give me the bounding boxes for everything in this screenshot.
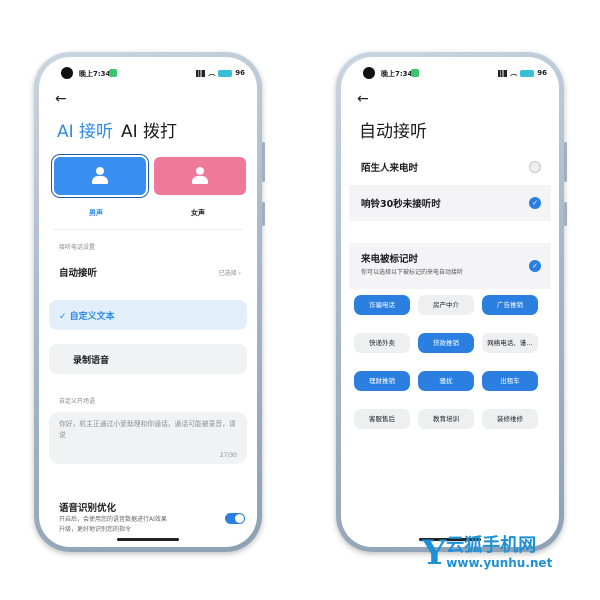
marked-call-desc: 你可以选择以下被标记的来电自动接听	[361, 269, 464, 276]
status-time: 晚上7:34	[79, 70, 111, 78]
battery-icon	[218, 69, 233, 77]
battery-level: 96	[235, 69, 245, 77]
wifi-icon: ︵	[510, 69, 518, 77]
watermark: Y 云狐手机网 www.yunhu.net	[422, 533, 553, 573]
tag-chip[interactable]: 出租车	[482, 371, 538, 391]
power-button	[262, 202, 265, 226]
left-screen: 晚上7:34 ︵ 96 ← AI 接听 AI 拨打 男声 女声 接听电话设置 自…	[39, 57, 257, 547]
speech-optimization-title: 语音识别优化	[59, 503, 117, 514]
wechat-notification-icon	[109, 69, 117, 77]
opening-textarea[interactable]: 你好，机主正通过小爱助理和你通话，通话可能被录音，请说 27/30	[49, 412, 247, 464]
tag-chip[interactable]: 骚扰	[418, 371, 474, 391]
wechat-notification-icon	[411, 69, 419, 77]
section-label: 接听电话设置	[59, 244, 96, 251]
opening-text: 你好，机主正通过小爱助理和你通话，通话可能被录音，请说	[59, 420, 236, 439]
female-voice-label: 女声	[191, 209, 205, 217]
tag-chip[interactable]: 房产中介	[418, 295, 474, 315]
watermark-name: 云狐手机网	[446, 535, 537, 556]
custom-text-option[interactable]: ✓ 自定义文本	[49, 300, 247, 330]
speech-desc-line: 开启后，会使用您的语音数据进行AI效果	[59, 516, 167, 523]
marked-call-label: 来电被标记时	[361, 254, 419, 265]
tag-chip[interactable]: 装修维修	[482, 409, 538, 429]
custom-text-label: ✓ 自定义文本	[59, 312, 115, 322]
status-time: 晚上7:34	[381, 70, 413, 78]
power-button	[564, 202, 567, 226]
tag-chip[interactable]: 贷款推销	[418, 333, 474, 353]
home-indicator	[117, 538, 179, 541]
tab-ai-dial[interactable]: AI 拨打	[121, 117, 177, 142]
opening-label: 自定义开场语	[59, 398, 96, 405]
tag-chip[interactable]: 广告推销	[482, 295, 538, 315]
tag-chip[interactable]: 教育培训	[418, 409, 474, 429]
speech-optimization-desc: 开启后，会使用您的语音数据进行AI效果 升级，更好地识别您的指令	[59, 515, 167, 535]
marked-call-check-icon[interactable]: ✓	[529, 260, 541, 272]
status-icons: ︵ 96	[196, 68, 245, 78]
camera-hole	[61, 67, 73, 79]
volume-button	[262, 142, 265, 182]
speech-desc-line: 升级，更好地识别您的指令	[59, 526, 132, 533]
ring30-label: 响铃30秒未接听时	[361, 199, 441, 210]
left-phone: 晚上7:34 ︵ 96 ← AI 接听 AI 拨打 男声 女声 接听电话设置 自…	[34, 52, 265, 552]
person-icon	[192, 167, 208, 185]
volume-button	[564, 142, 567, 182]
female-voice-card[interactable]	[154, 157, 246, 195]
male-voice-card[interactable]	[54, 157, 146, 195]
record-voice-label: 录制语音	[73, 356, 110, 366]
battery-level: 96	[537, 69, 547, 77]
auto-answer-value[interactable]: 已选择 ›	[219, 268, 241, 277]
tag-chip[interactable]: 理财推销	[354, 371, 410, 391]
tag-chip[interactable]: 客服售后	[354, 409, 410, 429]
tab-ai-answer[interactable]: AI 接听	[57, 117, 113, 142]
opening-count: 27/30	[219, 452, 237, 459]
status-icons: ︵ 96	[498, 68, 547, 78]
right-screen: 晚上7:34 ︵ 96 ← 自动接听 陌生人来电时 响铃30秒未接听时 ✓ 来电…	[341, 57, 559, 547]
person-icon	[92, 167, 108, 185]
signal-icon	[196, 69, 206, 77]
status-bar: 晚上7:34 ︵ 96	[53, 67, 245, 81]
record-voice-option[interactable]: 录制语音	[49, 344, 247, 374]
wifi-icon: ︵	[208, 69, 216, 77]
status-bar: 晚上7:34 ︵ 96	[355, 67, 547, 81]
ring30-check-icon[interactable]: ✓	[529, 197, 541, 209]
stranger-call-label[interactable]: 陌生人来电时	[361, 160, 418, 174]
back-arrow-icon[interactable]: ←	[55, 91, 67, 107]
divider	[53, 229, 243, 230]
tag-chip[interactable]: 快递外卖	[354, 333, 410, 353]
page-title: 自动接听	[359, 122, 427, 142]
back-arrow-icon[interactable]: ←	[357, 91, 369, 107]
tag-chip[interactable]: 网络电话、谨…	[482, 333, 538, 353]
male-voice-label: 男声	[89, 209, 103, 217]
auto-answer-label[interactable]: 自动接听	[59, 265, 97, 279]
speech-optimization-toggle[interactable]	[225, 513, 245, 524]
watermark-url: www.yunhu.net	[446, 556, 553, 570]
marked-call-row[interactable]	[349, 243, 551, 289]
watermark-logo-letter: Y	[422, 533, 447, 573]
battery-icon	[520, 69, 535, 77]
camera-hole	[363, 67, 375, 79]
tag-chip[interactable]: 诈骗电话	[354, 295, 410, 315]
right-phone: 晚上7:34 ︵ 96 ← 自动接听 陌生人来电时 响铃30秒未接听时 ✓ 来电…	[336, 52, 567, 552]
stranger-call-radio[interactable]	[529, 161, 541, 173]
signal-icon	[498, 69, 508, 77]
